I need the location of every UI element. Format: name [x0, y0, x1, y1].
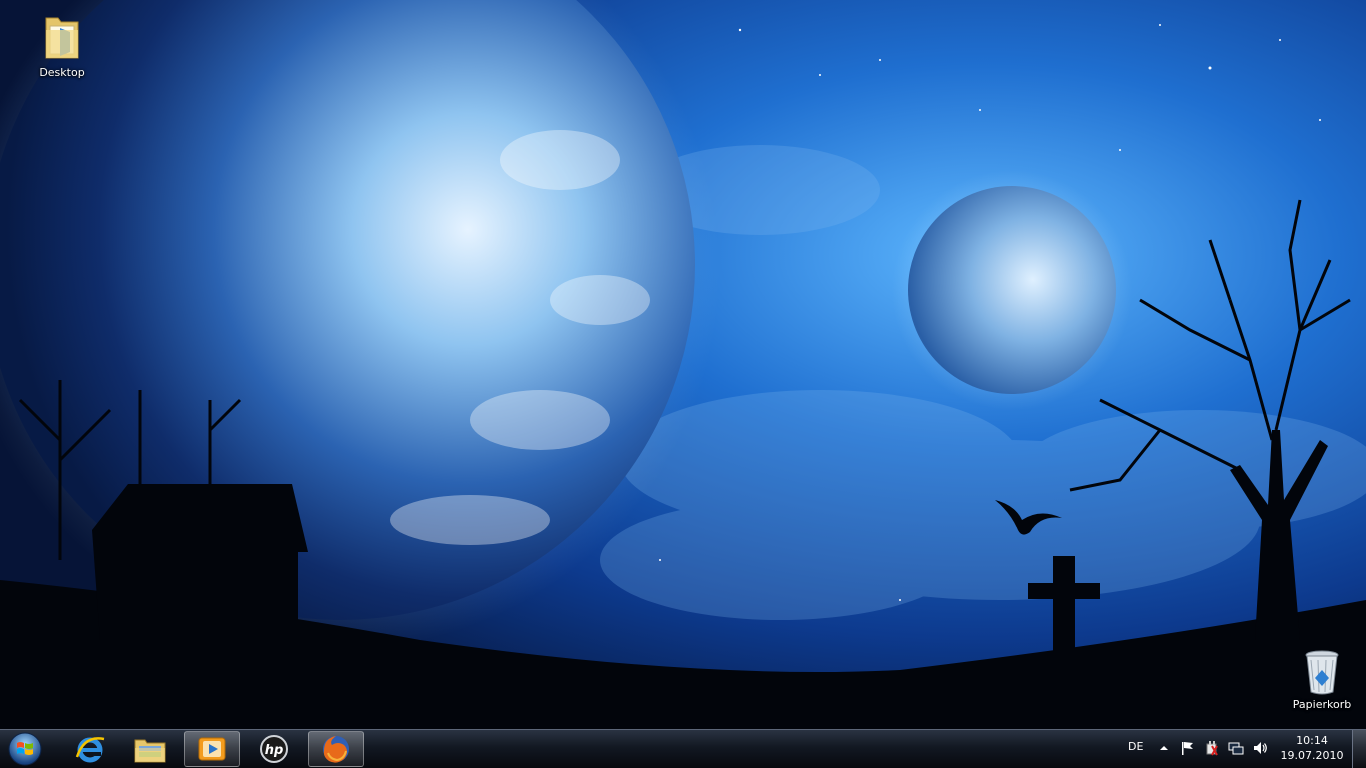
- show-desktop-button[interactable]: [1352, 730, 1366, 768]
- taskbar-button-media-player[interactable]: [184, 731, 240, 767]
- desktop-icon-label: Desktop: [39, 66, 85, 79]
- clock-date: 19.07.2010: [1280, 749, 1344, 762]
- svg-text:hp: hp: [265, 743, 284, 758]
- taskbar-button-internet-explorer[interactable]: [62, 731, 118, 767]
- taskbar-button-hp[interactable]: hp: [246, 731, 302, 767]
- volume-icon[interactable]: [1252, 740, 1268, 756]
- language-indicator[interactable]: DE: [1128, 740, 1143, 753]
- show-hidden-icons-icon[interactable]: [1156, 740, 1172, 756]
- recycle-bin-icon: [1305, 650, 1339, 695]
- windows-start-orb-icon: [8, 732, 42, 766]
- network-icon[interactable]: [1228, 740, 1244, 756]
- system-clock[interactable]: 10:14 19.07.2010: [1278, 733, 1346, 763]
- desktop-icon-desktop[interactable]: Desktop: [22, 12, 102, 79]
- power-icon[interactable]: [1204, 740, 1220, 756]
- desktop-icon-label: Papierkorb: [1292, 698, 1352, 711]
- media-player-icon: [198, 737, 226, 761]
- hp-icon: hp: [260, 735, 288, 763]
- action-center-flag-icon[interactable]: [1180, 740, 1196, 756]
- folder-library-icon: [134, 739, 166, 763]
- taskbar-button-windows-explorer[interactable]: [122, 731, 178, 767]
- clock-time: 10:14: [1296, 734, 1328, 747]
- start-button[interactable]: [6, 731, 44, 767]
- internet-explorer-icon: [75, 737, 105, 763]
- taskbar-button-firefox[interactable]: [308, 731, 364, 767]
- desktop-icon-recycle-bin[interactable]: Papierkorb: [1282, 648, 1362, 711]
- desktop-wallpaper: [0, 0, 1366, 729]
- firefox-icon: [323, 736, 349, 763]
- folder-icon: [45, 17, 79, 59]
